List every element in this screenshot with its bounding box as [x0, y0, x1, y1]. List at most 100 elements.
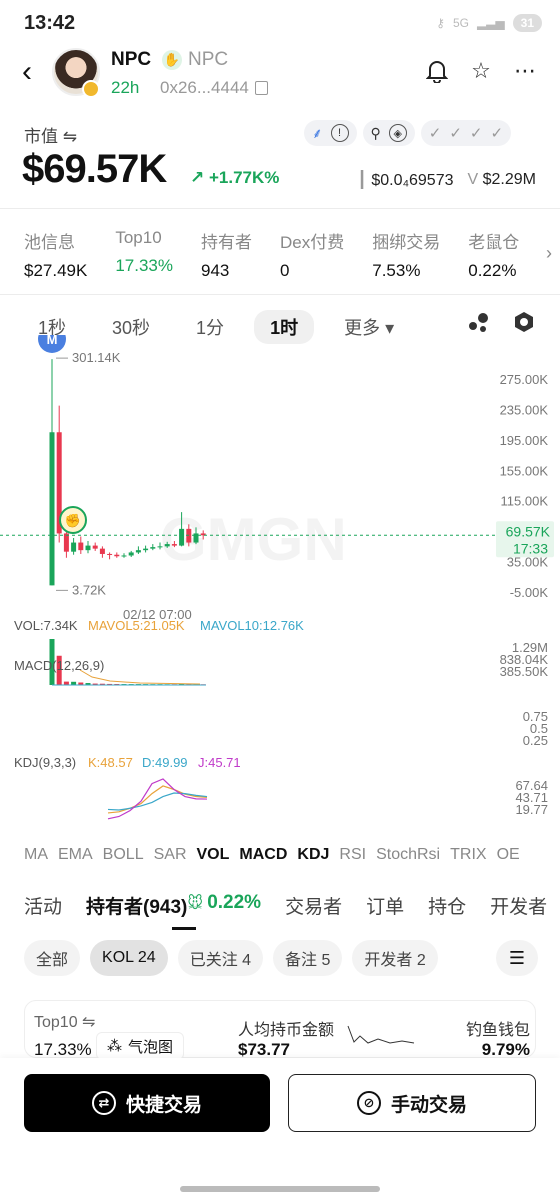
indicator-tab[interactable]: SAR	[154, 846, 187, 864]
feather-icon: ⸙	[312, 124, 323, 141]
price-axis-label: 195.00K	[500, 433, 549, 448]
star-icon[interactable]: ☆	[468, 58, 494, 84]
rat-holdings[interactable]: 🐭 0.22%	[187, 892, 261, 919]
candle-body	[99, 548, 105, 554]
pool-info-value: 943	[201, 261, 230, 280]
current-price-value: 69.57K	[506, 523, 551, 539]
pool-info-item[interactable]: 持有者 943	[201, 228, 252, 281]
search-pill[interactable]: ⚲ ◈	[362, 120, 415, 146]
signal-label: 5G	[452, 16, 469, 30]
candle-body	[63, 533, 69, 552]
key-icon: ⚷	[436, 16, 445, 30]
pool-info-value: 0	[280, 261, 290, 280]
checks-pill[interactable]: ✓ ✓ ✓ ✓	[420, 120, 512, 146]
copy-icon[interactable]	[254, 81, 268, 95]
market-cap-value: $69.57K	[22, 147, 167, 191]
manual-trade-icon: ⊘	[356, 1091, 381, 1115]
price-group: ┃ $0.0₄69573	[357, 170, 453, 190]
check-icon: ✓	[449, 125, 462, 142]
pool-info-item[interactable]: Dex付费 0	[280, 228, 344, 281]
indicator-tab[interactable]: TRIX	[450, 846, 486, 864]
chevron-right-icon[interactable]: ›	[546, 243, 552, 264]
pool-info-label: 捆绑交易	[372, 233, 441, 252]
swap-circle-icon: ⇄	[91, 1091, 116, 1115]
vol-label: VOL:7.34K	[14, 618, 78, 633]
indicator-tab[interactable]: StochRsi	[376, 846, 440, 864]
holder-tab[interactable]: 交易者	[285, 892, 342, 919]
manual-trade-button[interactable]: ⊘ 手动交易	[288, 1074, 536, 1132]
card-top10-label: Top10 ⇋	[34, 1014, 96, 1031]
mavol10-label: MAVOL10:12.76K	[200, 618, 304, 633]
token-age: 22h	[111, 78, 140, 97]
kdj-label: KDJ(9,3,3)	[14, 755, 76, 770]
filter-settings-icon[interactable]: ☰	[496, 940, 538, 976]
filter-chip[interactable]: 已关注 4	[177, 940, 264, 976]
holder-tab[interactable]: 开发者	[490, 892, 547, 919]
indicator-tab[interactable]: RSI	[339, 846, 366, 864]
indicator-tab[interactable]: BOLL	[103, 846, 144, 864]
quick-trade-button[interactable]: ⇄ 快捷交易	[24, 1074, 270, 1132]
price-axis-label: 275.00K	[500, 372, 549, 387]
divider	[0, 294, 560, 295]
indicator-tab[interactable]: VOL	[197, 846, 230, 864]
filter-chip[interactable]: 备注 5	[273, 940, 343, 976]
hand-icon: ✋	[162, 50, 182, 70]
indicator-tab[interactable]: EMA	[58, 846, 93, 864]
volume-label: V	[467, 171, 479, 188]
indicator-tab[interactable]: MACD	[239, 846, 287, 864]
draw-tool-icon[interactable]	[466, 310, 490, 334]
pool-info-row[interactable]: 池信息 $27.49K Top10 17.33% 持有者 943 Dex付费 0 捆绑交易 7.5…	[24, 228, 519, 281]
indicator-tab[interactable]: MA	[24, 846, 48, 864]
indicator-tab[interactable]: OE	[497, 846, 520, 864]
bubble-map-button[interactable]: ⁂ 气泡图	[96, 1032, 185, 1060]
event-marker-label: M	[47, 335, 58, 347]
candle-body	[179, 528, 185, 546]
settings-hex-icon[interactable]	[512, 310, 536, 334]
filter-chip[interactable]: 全部	[24, 940, 81, 976]
bell-icon[interactable]	[424, 58, 450, 84]
holder-tab[interactable]: 活动	[24, 892, 62, 919]
pool-info-item[interactable]: 老鼠仓 0.22%	[468, 228, 519, 281]
candle-body	[121, 555, 127, 557]
pool-info-item[interactable]: 捆绑交易 7.53%	[372, 228, 440, 281]
candle-body	[171, 544, 177, 546]
pool-info-value: 7.53%	[372, 261, 421, 280]
back-button[interactable]: ‹	[22, 57, 32, 87]
address-text: 0x26...4444	[160, 78, 249, 97]
holder-tab[interactable]: 持有者(943)	[86, 892, 187, 919]
phishing-wallet-value: 9.79%	[481, 1040, 530, 1059]
filter-chip[interactable]: 开发者 2	[352, 940, 438, 976]
pool-info-value: 0.22%	[468, 261, 517, 280]
filter-chips: 全部 KOL 24 已关注 4 备注 5 开发者 2	[24, 940, 438, 976]
search-icon: ⚲	[370, 124, 381, 141]
status-icons: ⚷ 5G ▂▃▅ 31	[436, 14, 542, 32]
mavol5-label: MAVOL5:21.05K	[88, 618, 185, 633]
holder-tab[interactable]: 订单	[366, 892, 404, 919]
check-icon: ✓	[469, 125, 483, 142]
pool-info-item[interactable]: Top10 17.33%	[115, 228, 173, 281]
volume-axis-label: 385.50K	[500, 664, 549, 679]
volume-bar	[63, 681, 69, 685]
more-icon[interactable]: ⋯	[512, 58, 538, 84]
token-address[interactable]: 0x26...4444	[160, 78, 268, 98]
audit-pill[interactable]: ⸙ !	[304, 120, 357, 146]
countdown-timer: 17:33	[513, 540, 548, 556]
candle-body	[164, 544, 170, 547]
avg-holding-value: $73.77	[238, 1040, 290, 1059]
security-pills: ⸙ ! ⚲ ◈ ✓ ✓ ✓ ✓	[304, 120, 512, 146]
price-axis-label: 235.00K	[500, 402, 549, 417]
holder-tab[interactable]: 持仓	[428, 892, 466, 919]
pool-info-label: 持有者	[201, 233, 253, 252]
signal-icon: ▂▃▅	[476, 16, 505, 30]
kdj-j-label: J:45.71	[198, 755, 241, 770]
home-indicator[interactable]	[180, 1186, 380, 1192]
tab-underline	[172, 927, 196, 930]
pool-info-item[interactable]: 池信息 $27.49K	[24, 228, 87, 281]
rat-holdings-value: 0.22%	[207, 892, 262, 913]
kdj-d-label: D:49.99	[142, 755, 188, 770]
indicator-tab[interactable]: KDJ	[297, 846, 329, 864]
market-cap-label[interactable]: 市值 ⇋	[24, 122, 77, 147]
price-chart[interactable]: GMGN275.00K235.00K195.00K155.00K115.00K7…	[0, 335, 560, 835]
market-cap-label-text: 市值	[24, 127, 58, 146]
filter-chip[interactable]: KOL 24	[90, 940, 168, 976]
